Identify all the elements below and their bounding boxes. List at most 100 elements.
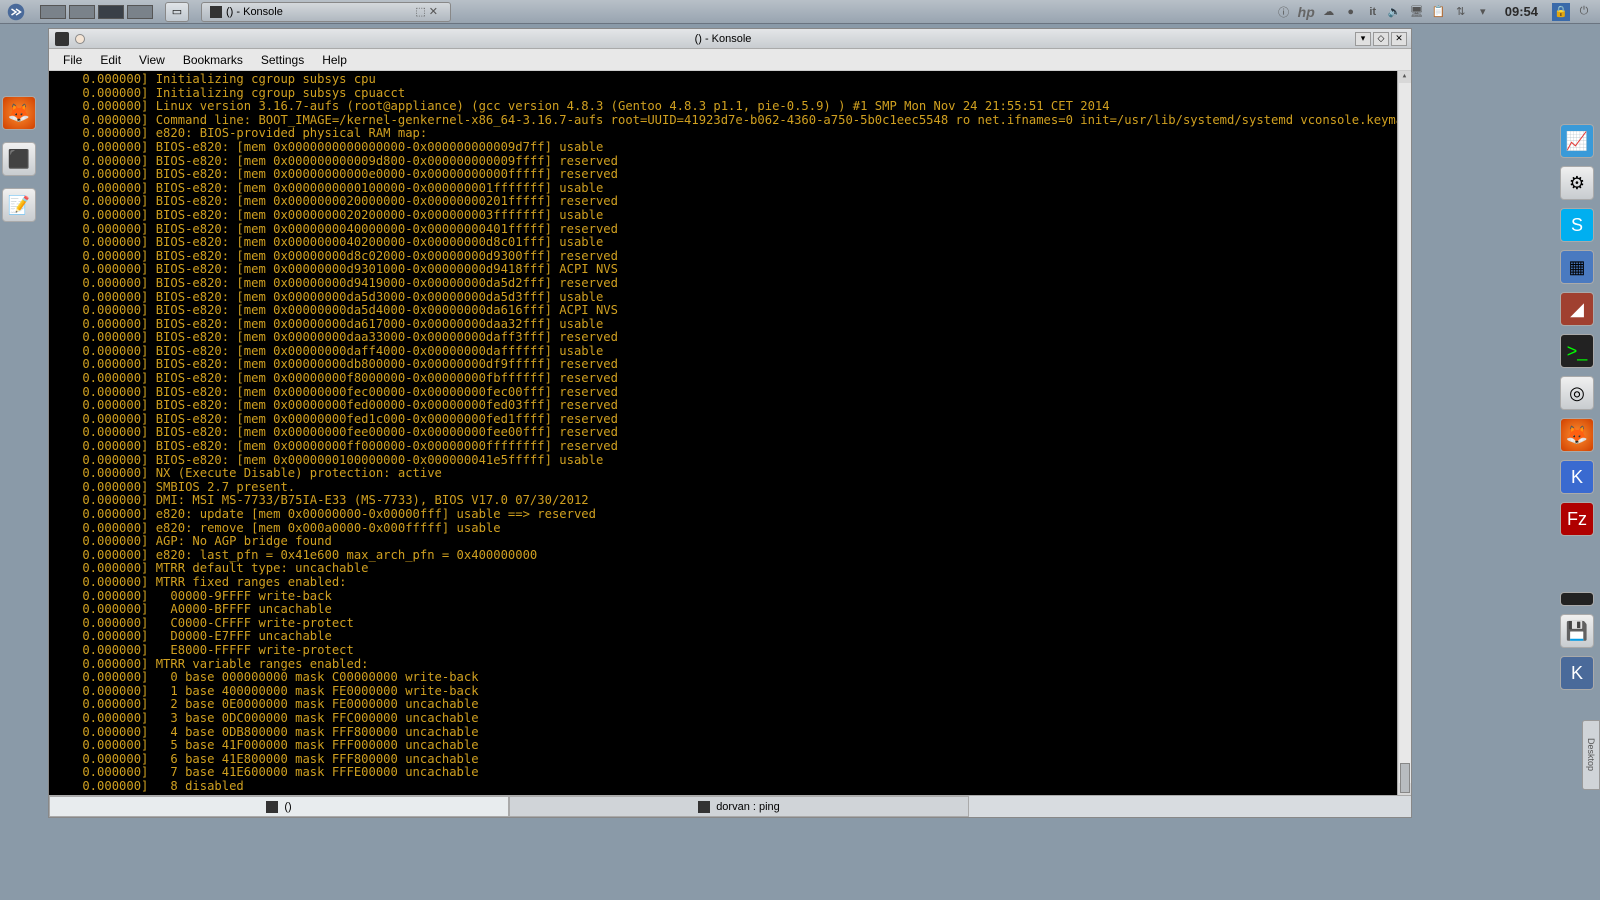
terminal-line: 0.000000] BIOS-e820: [mem 0x000000004020… <box>53 236 1407 250</box>
task-konsole[interactable]: () - Konsole ⬚ ✕ <box>201 2 451 22</box>
tab-2[interactable]: dorvan : ping <box>509 796 969 817</box>
tab-strip: () dorvan : ping <box>49 795 1411 817</box>
skype-launcher[interactable]: S <box>1560 208 1594 242</box>
app-launcher-3[interactable]: ◎ <box>1560 376 1594 410</box>
terminal-line: 0.000000] 3 base 0DC000000 mask FFC00000… <box>53 712 1407 726</box>
desktop-3[interactable] <box>98 5 124 19</box>
desktop-4[interactable] <box>127 5 153 19</box>
close-button[interactable]: ✕ <box>1391 32 1407 46</box>
scroll-thumb[interactable] <box>1400 763 1410 793</box>
menu-bookmarks[interactable]: Bookmarks <box>175 51 251 69</box>
minimize-button[interactable]: ▾ <box>1355 32 1371 46</box>
terminal-line: 0.000000] Linux version 3.16.7-aufs (roo… <box>53 100 1407 114</box>
keyboard-layout[interactable]: it <box>1365 4 1381 20</box>
task-desktop-button[interactable]: ▭ <box>165 2 189 22</box>
terminal-line: 0.000000] BIOS-e820: [mem 0x000000002000… <box>53 195 1407 209</box>
terminal-line: 0.000000] NX (Execute Disable) protectio… <box>53 467 1407 481</box>
kate-launcher[interactable]: K <box>1560 460 1594 494</box>
terminal-line: 0.000000] e820: BIOS-provided physical R… <box>53 127 1407 141</box>
terminal-line: 0.000000] e820: last_pfn = 0x41e600 max_… <box>53 549 1407 563</box>
tray-indicator[interactable] <box>1560 592 1594 606</box>
desktop-handle[interactable]: Desktop <box>1582 720 1600 790</box>
terminal-line: 0.000000] BIOS-e820: [mem 0x00000000d941… <box>53 277 1407 291</box>
menu-settings[interactable]: Settings <box>253 51 312 69</box>
terminal-line: 0.000000] BIOS-e820: [mem 0x000000000010… <box>53 182 1407 196</box>
window-icon <box>55 32 69 46</box>
desktop-2[interactable] <box>69 5 95 19</box>
menu-help[interactable]: Help <box>314 51 355 69</box>
terminal-line: 0.000000] BIOS-e820: [mem 0x00000000000e… <box>53 168 1407 182</box>
chevron-down-icon[interactable]: ▾ <box>1475 4 1491 20</box>
terminal-line: 0.000000] BIOS-e820: [mem 0x00000000d930… <box>53 263 1407 277</box>
kde-launcher[interactable]: K <box>1560 656 1594 690</box>
device-launcher[interactable]: 💾 <box>1560 614 1594 648</box>
terminal-line: 0.000000] BIOS-e820: [mem 0x00000000daff… <box>53 345 1407 359</box>
globe-icon[interactable]: ● <box>1343 4 1359 20</box>
terminal-line: 0.000000] BIOS-e820: [mem 0x000000002020… <box>53 209 1407 223</box>
clipboard-icon[interactable]: 📋 <box>1431 4 1447 20</box>
terminal-line: 0.000000] 1 base 400000000 mask FE000000… <box>53 685 1407 699</box>
terminal-line: 0.000000] BIOS-e820: [mem 0x00000000fed0… <box>53 399 1407 413</box>
terminal-line: 0.000000] BIOS-e820: [mem 0x00000000da5d… <box>53 304 1407 318</box>
terminal-line: 0.000000] C0000-CFFFF write-protect <box>53 617 1407 631</box>
kmenu-button[interactable] <box>4 2 28 22</box>
display-icon[interactable]: 🖥 <box>1409 4 1425 20</box>
tab-1[interactable]: () <box>49 796 509 817</box>
terminal-line: 0.000000] AGP: No AGP bridge found <box>53 535 1407 549</box>
task-konsole-label: () - Konsole <box>226 6 283 18</box>
lock-icon[interactable]: 🔒 <box>1552 3 1570 21</box>
menu-view[interactable]: View <box>131 51 173 69</box>
app-launcher-1[interactable]: ▦ <box>1560 250 1594 284</box>
terminal-line: 0.000000] BIOS-e820: [mem 0x000000000000… <box>53 141 1407 155</box>
terminal-line: 0.000000] A0000-BFFFF uncachable <box>53 603 1407 617</box>
terminal-line: 0.000000] MTRR variable ranges enabled: <box>53 658 1407 672</box>
terminal-line: 0.000000] D0000-E7FFF uncachable <box>53 630 1407 644</box>
hp-logo: hp <box>1298 4 1315 20</box>
maximize-button[interactable]: ◇ <box>1373 32 1389 46</box>
settings-launcher[interactable]: ⚙ <box>1560 166 1594 200</box>
terminal-line: 0.000000] e820: update [mem 0x00000000-0… <box>53 508 1407 522</box>
terminal-icon <box>266 801 278 813</box>
terminal-line: 0.000000] BIOS-e820: [mem 0x00000000ff00… <box>53 440 1407 454</box>
terminal-line: 0.000000] SMBIOS 2.7 present. <box>53 481 1407 495</box>
monitor-launcher[interactable]: 📈 <box>1560 124 1594 158</box>
menu-file[interactable]: File <box>55 51 90 69</box>
terminal-line: 0.000000] BIOS-e820: [mem 0x00000000da5d… <box>53 291 1407 305</box>
right-dock: 📈 ⚙ S ▦ ◢ >_ ◎ 🦊 K Fz 💾 K <box>1560 124 1598 690</box>
terminal-line: 0.000000] BIOS-e820: [mem 0x00000000da61… <box>53 318 1407 332</box>
konsole-launcher[interactable]: >_ <box>1560 334 1594 368</box>
terminal-line: 0.000000] BIOS-e820: [mem 0x000000010000… <box>53 454 1407 468</box>
terminal-line: 0.000000] MTRR fixed ranges enabled: <box>53 576 1407 590</box>
tab-1-label: () <box>284 801 291 813</box>
network-icon[interactable]: ⇅ <box>1453 4 1469 20</box>
show-desktop-icon: ▭ <box>172 5 182 18</box>
editor-launcher[interactable]: 📝 <box>2 188 36 222</box>
firefox-launcher-2[interactable]: 🦊 <box>1560 418 1594 452</box>
window-sticky-icon[interactable] <box>75 34 85 44</box>
scrollbar[interactable]: ▴ ▾ <box>1397 71 1411 795</box>
app-launcher-2[interactable]: ◢ <box>1560 292 1594 326</box>
terminal-output[interactable]: 0.000000] Initializing cgroup subsys cpu… <box>49 71 1411 795</box>
titlebar[interactable]: () - Konsole ▾ ◇ ✕ <box>49 29 1411 49</box>
terminal-icon <box>698 801 710 813</box>
scroll-track[interactable] <box>1399 83 1411 783</box>
terminal-line: 0.000000] 6 base 41E800000 mask FFF80000… <box>53 753 1407 767</box>
volume-icon[interactable]: 🔈 <box>1387 4 1403 20</box>
terminal-line: 0.000000] 5 base 41F000000 mask FFF00000… <box>53 739 1407 753</box>
menu-edit[interactable]: Edit <box>92 51 129 69</box>
info-icon[interactable]: ⓘ <box>1276 4 1292 20</box>
task-pin-icon[interactable]: ⬚ ✕ <box>411 5 442 18</box>
filezilla-launcher[interactable]: Fz <box>1560 502 1594 536</box>
scroll-up-icon[interactable]: ▴ <box>1399 71 1411 83</box>
desktop-1[interactable] <box>40 5 66 19</box>
system-tray: ⓘ hp ☁ ● it 🔈 🖥 📋 ⇅ ▾ 09:54 🔒 ⏻ <box>1276 3 1600 21</box>
terminal-launcher[interactable]: ⬛ <box>2 142 36 176</box>
cloud-icon[interactable]: ☁ <box>1321 4 1337 20</box>
pager[interactable] <box>40 5 153 19</box>
terminal-line: 0.000000] e820: remove [mem 0x000a0000-0… <box>53 522 1407 536</box>
clock[interactable]: 09:54 <box>1505 4 1538 19</box>
firefox-launcher[interactable]: 🦊 <box>2 96 36 130</box>
logout-icon[interactable]: ⏻ <box>1576 4 1592 20</box>
terminal-line: 0.000000] BIOS-e820: [mem 0x00000000fed1… <box>53 413 1407 427</box>
terminal-line: 0.000000] 00000-9FFFF write-back <box>53 590 1407 604</box>
